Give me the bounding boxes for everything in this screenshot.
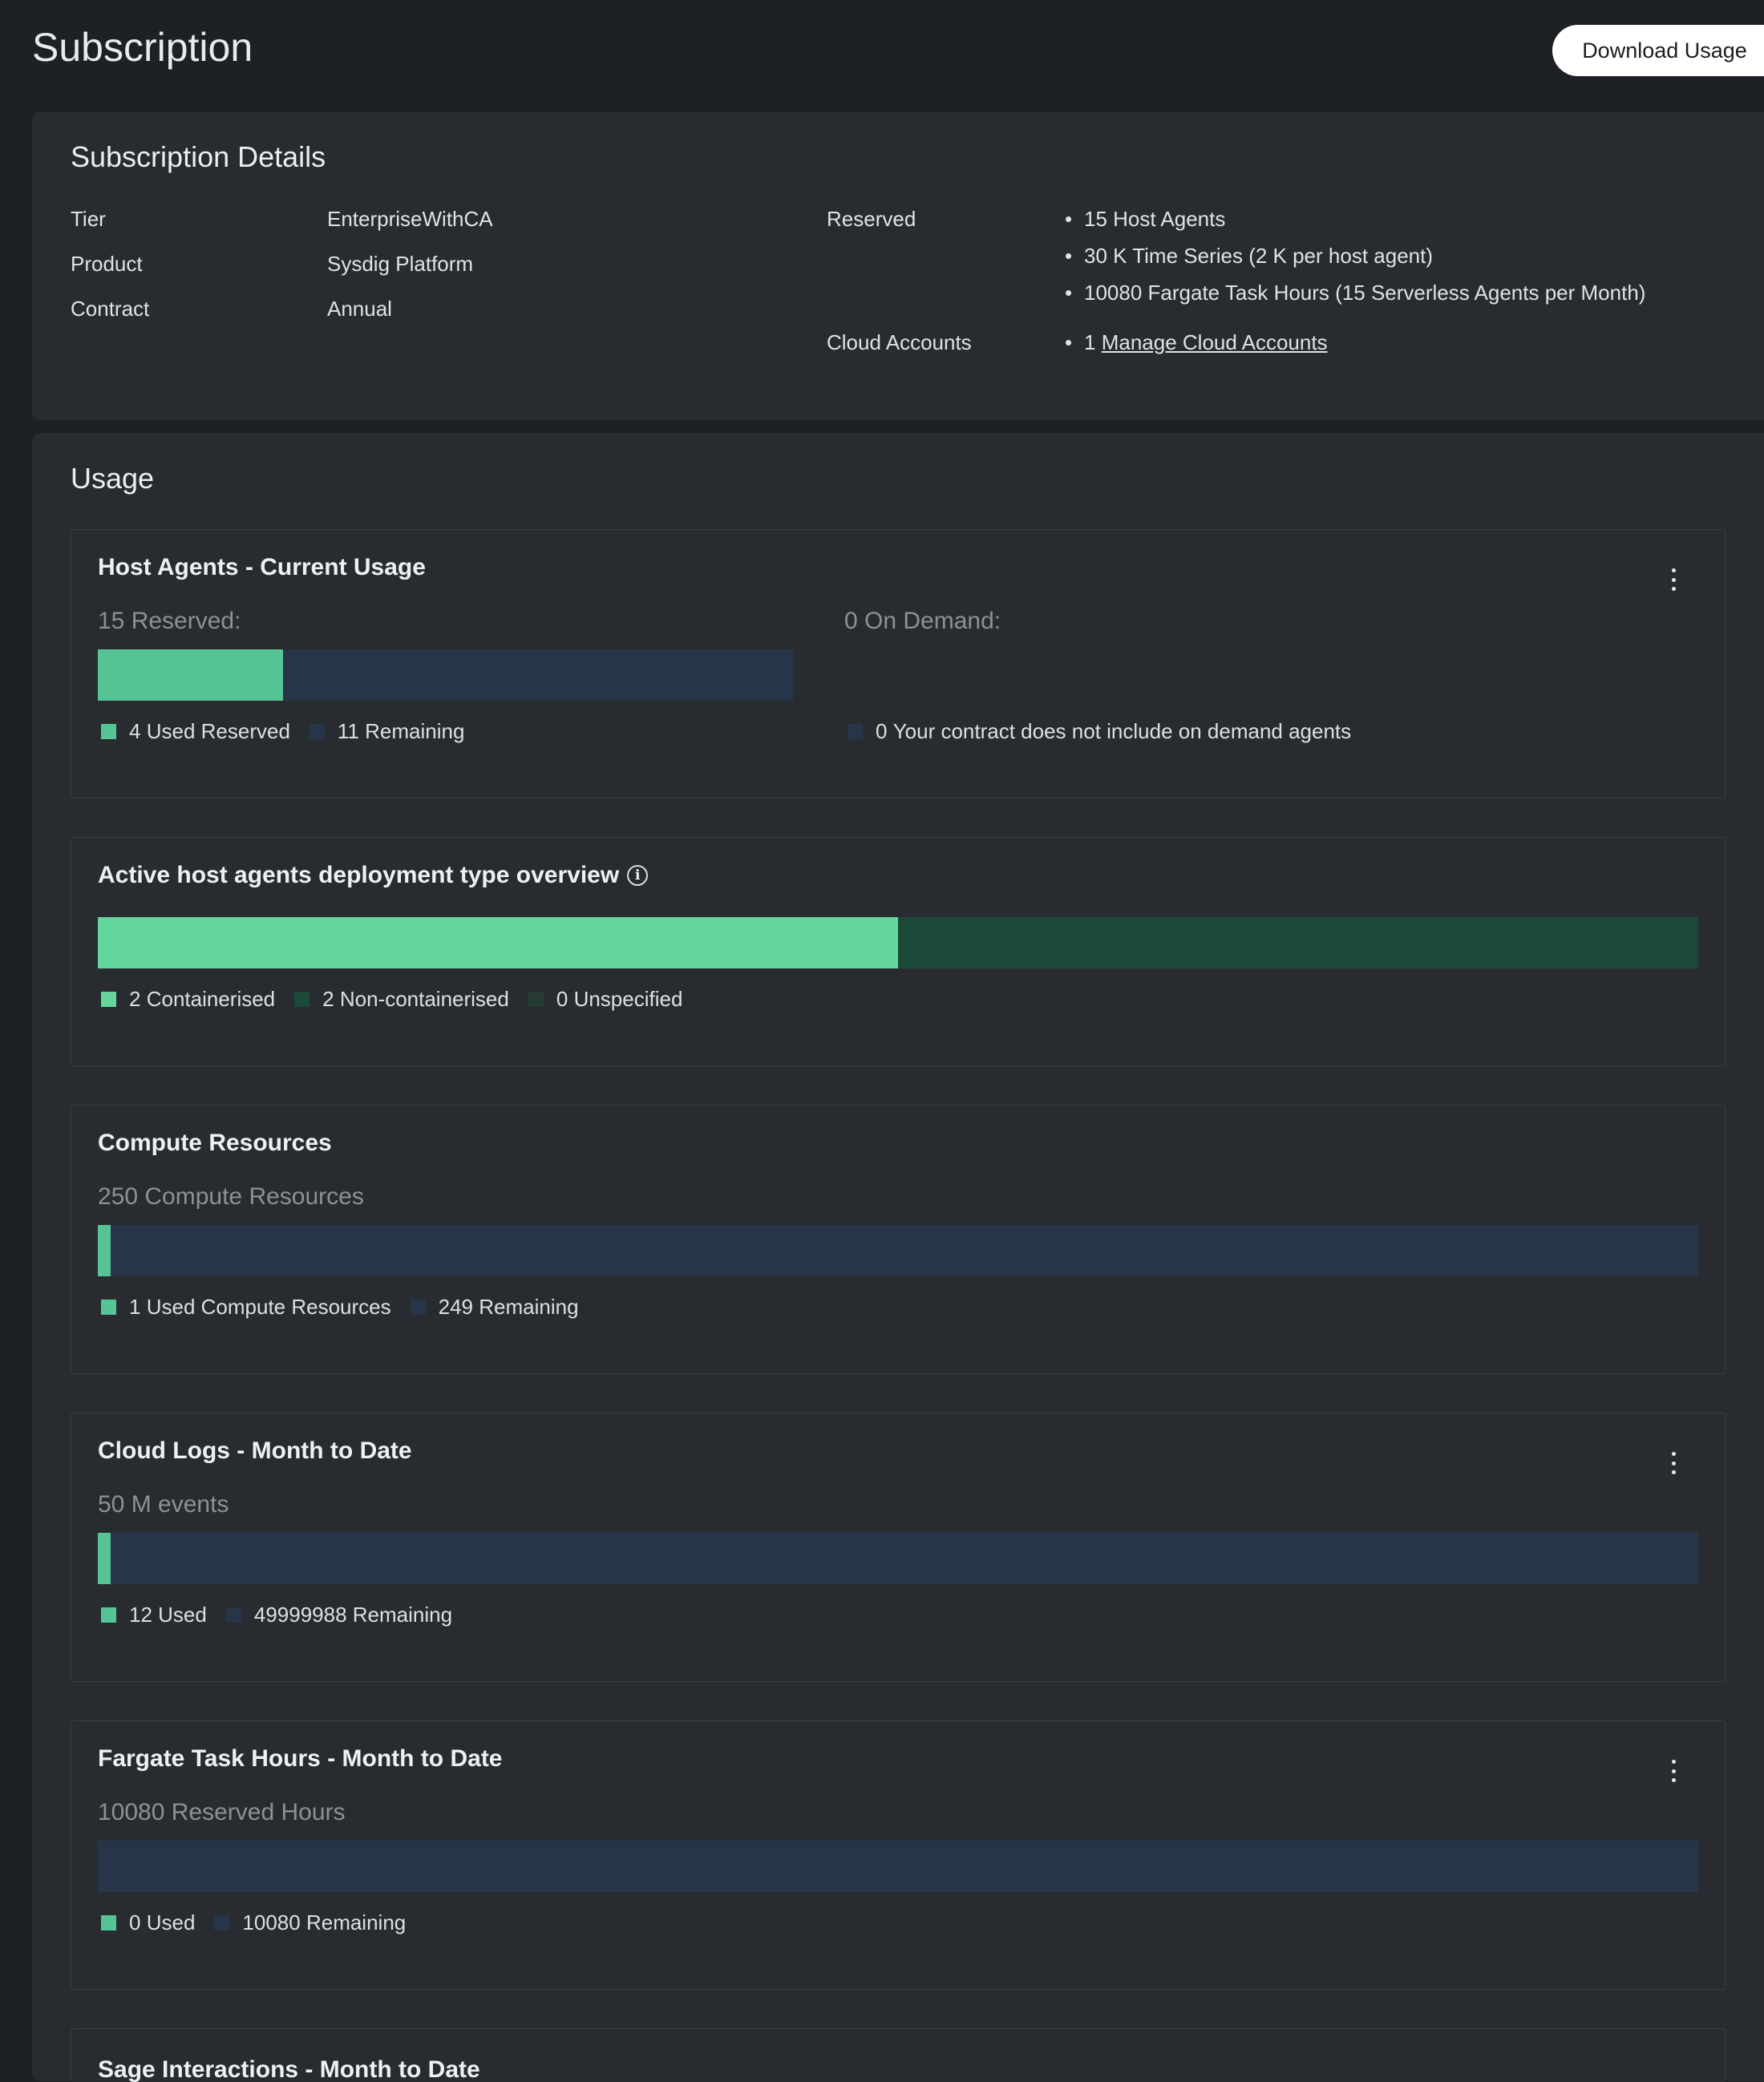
used-swatch bbox=[101, 724, 116, 739]
deployment-overview-title: Active host agents deployment type overv… bbox=[98, 862, 649, 889]
used-label: Used Compute Resources bbox=[146, 1295, 391, 1319]
reserved-item: 15 Host Agents bbox=[1065, 207, 1225, 232]
fargate-subtitle: 10080 Reserved Hours bbox=[98, 1799, 346, 1825]
cloud-accounts-value: 1 Manage Cloud Accounts bbox=[1065, 330, 1328, 355]
more-options-icon[interactable] bbox=[1670, 568, 1677, 591]
host-agents-title: Host Agents - Current Usage bbox=[98, 554, 426, 580]
deployment-legend: 2 Containerised 2 Non-containerised 0 Un… bbox=[98, 987, 682, 1012]
compute-resources-title: Compute Resources bbox=[98, 1130, 332, 1156]
used-label: Used bbox=[146, 1910, 196, 1934]
subscription-details-title: Subscription Details bbox=[71, 140, 326, 173]
used-swatch bbox=[101, 1300, 116, 1315]
non-containerised-label: Non-containerised bbox=[339, 987, 509, 1011]
compute-subtitle: 250 Compute Resources bbox=[98, 1183, 364, 1210]
product-value: Sysdig Platform bbox=[327, 252, 474, 276]
fargate-legend: 0 Used 10080 Remaining bbox=[98, 1910, 406, 1935]
containerised-fill bbox=[98, 917, 898, 968]
info-icon[interactable]: i bbox=[627, 865, 649, 886]
reserved-heading: 15 Reserved: bbox=[98, 608, 241, 634]
compute-usage-bar bbox=[98, 1225, 1698, 1276]
reserved-usage-fill bbox=[98, 649, 284, 701]
subscription-details-panel: Subscription Details Tier EnterpriseWith… bbox=[32, 112, 1764, 420]
on-demand-swatch bbox=[848, 724, 863, 739]
remaining-count: 49999988 bbox=[253, 1603, 347, 1627]
remaining-count: 249 bbox=[438, 1295, 474, 1319]
sage-interactions-title: Sage Interactions - Month to Date bbox=[98, 2056, 480, 2082]
deployment-overview-title-text: Active host agents deployment type overv… bbox=[98, 862, 620, 888]
unspecified-swatch bbox=[528, 992, 544, 1007]
download-usage-button[interactable]: Download Usage bbox=[1552, 25, 1764, 76]
deployment-overview-card: Active host agents deployment type overv… bbox=[71, 837, 1726, 1066]
used-swatch bbox=[101, 1607, 116, 1623]
used-count: 12 bbox=[129, 1603, 152, 1627]
fargate-usage-bar bbox=[98, 1841, 1698, 1892]
reserved-usage-bar bbox=[98, 649, 793, 701]
reserved-item: 30 K Time Series (2 K per host agent) bbox=[1065, 244, 1433, 269]
usage-title: Usage bbox=[71, 462, 155, 495]
reserved-label: Reserved bbox=[827, 207, 916, 231]
reserved-legend: 4 Used Reserved 11 Remaining bbox=[98, 719, 464, 744]
remaining-swatch bbox=[225, 1607, 241, 1623]
contract-label: Contract bbox=[71, 297, 150, 321]
tier-label: Tier bbox=[71, 207, 106, 231]
host-agents-card: Host Agents - Current Usage 15 Reserved:… bbox=[71, 529, 1726, 798]
manage-cloud-accounts-link[interactable]: Manage Cloud Accounts bbox=[1102, 330, 1328, 354]
remaining-swatch bbox=[410, 1300, 426, 1315]
containerised-count: 2 bbox=[129, 987, 141, 1011]
cloud-logs-card: Cloud Logs - Month to Date 50 M events 1… bbox=[71, 1413, 1726, 1682]
on-demand-legend: 0 Your contract does not include on dema… bbox=[844, 719, 1351, 744]
containerised-label: Containerised bbox=[146, 987, 276, 1011]
more-options-icon[interactable] bbox=[1670, 1452, 1677, 1474]
compute-legend: 1 Used Compute Resources 249 Remaining bbox=[98, 1295, 579, 1320]
used-label: Used bbox=[158, 1603, 207, 1627]
used-count: 1 bbox=[129, 1295, 141, 1319]
cloud-logs-subtitle: 50 M events bbox=[98, 1491, 229, 1518]
fargate-title: Fargate Task Hours - Month to Date bbox=[98, 1745, 503, 1772]
deployment-bar bbox=[98, 917, 1698, 968]
remaining-swatch bbox=[214, 1915, 230, 1930]
contract-value: Annual bbox=[327, 297, 392, 321]
cloud-accounts-count: 1 bbox=[1084, 330, 1096, 354]
cloud-accounts-label: Cloud Accounts bbox=[827, 330, 972, 354]
cloud-logs-usage-fill bbox=[98, 1533, 111, 1584]
compute-usage-fill bbox=[98, 1225, 111, 1276]
tier-value: EnterpriseWithCA bbox=[327, 207, 493, 231]
cloud-logs-legend: 12 Used 49999988 Remaining bbox=[98, 1603, 452, 1627]
on-demand-count: 0 bbox=[876, 719, 888, 743]
more-options-icon[interactable] bbox=[1670, 1760, 1677, 1782]
reserved-item: 10080 Fargate Task Hours (15 Serverless … bbox=[1065, 281, 1645, 305]
non-containerised-count: 2 bbox=[322, 987, 334, 1011]
remaining-label: Remaining bbox=[305, 1910, 407, 1934]
fargate-card: Fargate Task Hours - Month to Date 10080… bbox=[71, 1720, 1726, 1990]
compute-resources-card: Compute Resources 250 Compute Resources … bbox=[71, 1105, 1726, 1374]
cloud-logs-usage-bar bbox=[98, 1533, 1698, 1584]
unspecified-label: Unspecified bbox=[573, 987, 683, 1011]
remaining-label: Remaining bbox=[352, 1603, 453, 1627]
remaining-swatch bbox=[309, 724, 325, 739]
containerised-swatch bbox=[101, 992, 116, 1007]
page-title: Subscription bbox=[32, 25, 253, 70]
remaining-label: Remaining bbox=[479, 1295, 579, 1319]
remaining-count: 10080 bbox=[242, 1910, 301, 1934]
remaining-label: Remaining bbox=[365, 719, 465, 743]
used-swatch bbox=[101, 1915, 116, 1930]
on-demand-heading: 0 On Demand: bbox=[844, 608, 1001, 634]
non-containerised-swatch bbox=[294, 992, 310, 1007]
used-label: Used Reserved bbox=[146, 719, 290, 743]
on-demand-label: Your contract does not include on demand… bbox=[892, 719, 1352, 743]
used-count: 4 bbox=[129, 719, 141, 743]
product-label: Product bbox=[71, 252, 143, 276]
page-header: Subscription Download Usage bbox=[0, 0, 1764, 104]
remaining-count: 11 bbox=[337, 719, 359, 743]
used-count: 0 bbox=[129, 1910, 141, 1934]
sage-interactions-card: Sage Interactions - Month to Date bbox=[71, 2028, 1726, 2082]
cloud-logs-title: Cloud Logs - Month to Date bbox=[98, 1437, 412, 1464]
unspecified-count: 0 bbox=[556, 987, 568, 1011]
